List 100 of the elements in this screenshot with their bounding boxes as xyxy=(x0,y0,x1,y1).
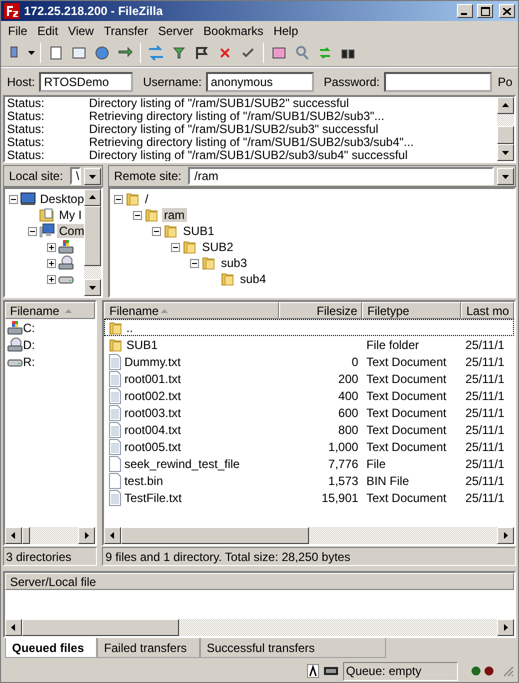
text-file-icon xyxy=(108,422,122,438)
scroll-down-button[interactable] xyxy=(84,279,101,296)
file-type: Text Document xyxy=(366,372,446,386)
menu-item[interactable]: Bookmarks xyxy=(198,24,268,38)
column-header[interactable]: Server/Local file xyxy=(5,573,514,590)
file-name[interactable]: R: xyxy=(23,354,35,368)
file-row[interactable]: root004.txt 800 Text Document 25/11/1 xyxy=(104,421,514,438)
text-file-icon xyxy=(108,354,122,370)
file-size: 15,901 xyxy=(322,490,358,504)
scroll-left-button[interactable] xyxy=(5,527,22,544)
column-header[interactable]: Filename xyxy=(5,302,96,319)
scroll-left-button[interactable] xyxy=(5,619,22,636)
column-header[interactable]: Filesize xyxy=(279,302,362,319)
file-type: Text Document xyxy=(366,388,446,402)
local-site-field[interactable]: \ xyxy=(70,167,81,185)
file-row[interactable]: root002.txt 400 Text Document 25/11/1 xyxy=(104,387,514,404)
minimize-button[interactable] xyxy=(457,4,473,18)
tree-item[interactable]: SUB1 xyxy=(181,224,216,238)
arrow-left-icon xyxy=(10,532,17,539)
tree-item[interactable]: Desktop xyxy=(38,192,84,206)
file-date: 25/11/1 xyxy=(465,440,504,454)
queue-status: Queue: empty xyxy=(343,662,458,680)
menu-item[interactable]: File xyxy=(3,24,32,38)
scroll-right-button[interactable] xyxy=(78,527,96,544)
tree-item[interactable]: sub3 xyxy=(219,256,250,270)
tree-item[interactable]: SUB2 xyxy=(200,240,236,254)
log-label: Status: xyxy=(7,110,46,123)
dropdown-caret-icon[interactable] xyxy=(28,51,35,55)
file-row[interactable]: root001.txt 200 Text Document 25/11/1 xyxy=(104,370,514,387)
scroll-right-button[interactable] xyxy=(497,619,514,636)
scroll-left-button[interactable] xyxy=(104,527,122,544)
collapse-icon[interactable] xyxy=(114,194,123,204)
arrow-up-icon xyxy=(89,194,96,201)
scrollbar-thumb[interactable] xyxy=(22,527,30,544)
collapse-icon[interactable] xyxy=(171,242,180,252)
arrow-left-icon xyxy=(10,624,17,631)
file-row[interactable]: root003.txt 600 Text Document 25/11/1 xyxy=(104,404,514,421)
scroll-down-button[interactable] xyxy=(497,144,514,161)
scroll-down-button[interactable] xyxy=(497,168,514,184)
password-label: Password: xyxy=(324,74,380,88)
column-header[interactable]: Filename xyxy=(104,302,280,319)
log-message: Directory listing of "/ram/SUB1/SUB2/sub3" successful xyxy=(89,123,378,136)
scroll-right-button[interactable] xyxy=(497,527,514,544)
username-field[interactable]: anonymous xyxy=(206,72,314,92)
file-row[interactable]: root005.txt 1,000 Text Document 25/11/1 xyxy=(104,438,514,455)
collapse-icon[interactable] xyxy=(28,226,37,236)
menu-item[interactable]: Edit xyxy=(32,24,64,38)
expand-icon[interactable] xyxy=(47,242,56,252)
queue-tab[interactable]: Successful transfers xyxy=(200,638,386,658)
scrollbar-thumb[interactable] xyxy=(121,527,310,544)
resize-grip-icon[interactable] xyxy=(502,665,514,677)
maximize-button[interactable] xyxy=(477,4,493,18)
tree-item[interactable]: Com xyxy=(57,224,84,238)
column-header[interactable]: Filetype xyxy=(362,302,462,319)
refresh-icon xyxy=(148,45,164,61)
tree-item[interactable]: My I xyxy=(57,208,84,222)
file-row[interactable]: TestFile.txt 15,901 Text Document 25/11/1 xyxy=(104,489,514,506)
scrollbar-thumb[interactable] xyxy=(84,206,101,266)
file-row[interactable]: Dummy.txt 0 Text Document 25/11/1 xyxy=(104,353,514,370)
scroll-up-button[interactable] xyxy=(497,97,514,114)
scroll-down-button[interactable] xyxy=(84,168,101,184)
expand-icon[interactable] xyxy=(47,258,56,268)
close-button[interactable] xyxy=(499,4,515,18)
menu-item[interactable]: Help xyxy=(268,24,304,38)
menu-item[interactable]: View xyxy=(63,24,99,38)
scrollbar-thumb[interactable] xyxy=(22,619,179,636)
collapse-icon[interactable] xyxy=(9,194,18,204)
arrow-right-icon xyxy=(502,624,509,631)
file-date: 25/11/1 xyxy=(465,422,504,436)
tree-item[interactable]: / xyxy=(143,192,150,206)
username-label: Username: xyxy=(143,74,202,88)
collapse-icon[interactable] xyxy=(190,258,199,268)
file-name[interactable]: D: xyxy=(23,338,35,352)
cd-drive-icon xyxy=(58,255,74,271)
file-size: 800 xyxy=(338,422,358,436)
remote-site-label: Remote site: xyxy=(113,169,182,183)
menu-item[interactable]: Server xyxy=(153,24,198,38)
arrow-left-icon xyxy=(109,532,116,539)
tree-item[interactable]: ram xyxy=(162,208,187,222)
collapse-icon[interactable] xyxy=(152,226,161,236)
queue-tab[interactable]: Failed transfers xyxy=(97,638,200,658)
menu-item[interactable]: Transfer xyxy=(98,24,154,38)
password-field[interactable] xyxy=(384,72,492,92)
expand-icon[interactable] xyxy=(47,274,56,284)
queue-tab[interactable]: Queued files xyxy=(5,638,98,658)
file-row[interactable]: SUB1 File folder 25/11/1 xyxy=(104,336,514,353)
file-row[interactable]: test.bin 1,573 BIN File 25/11/1 xyxy=(104,472,514,489)
file-size: 200 xyxy=(338,372,358,386)
host-field[interactable]: RTOSDemo xyxy=(39,72,134,92)
collapse-icon[interactable] xyxy=(133,210,142,220)
file-row[interactable]: .. xyxy=(104,319,514,336)
file-row[interactable]: seek_rewind_test_file 7,776 File 25/11/1 xyxy=(104,455,514,472)
remote-site-field[interactable]: /ram xyxy=(188,167,494,185)
tree-item[interactable]: sub4 xyxy=(238,272,268,286)
scroll-up-button[interactable] xyxy=(84,189,101,206)
file-name[interactable]: C: xyxy=(23,320,35,334)
file-type: BIN File xyxy=(366,474,409,488)
column-header[interactable]: Last mo xyxy=(461,302,514,319)
filter-icon xyxy=(171,45,187,61)
scrollbar-thumb[interactable] xyxy=(497,126,514,144)
